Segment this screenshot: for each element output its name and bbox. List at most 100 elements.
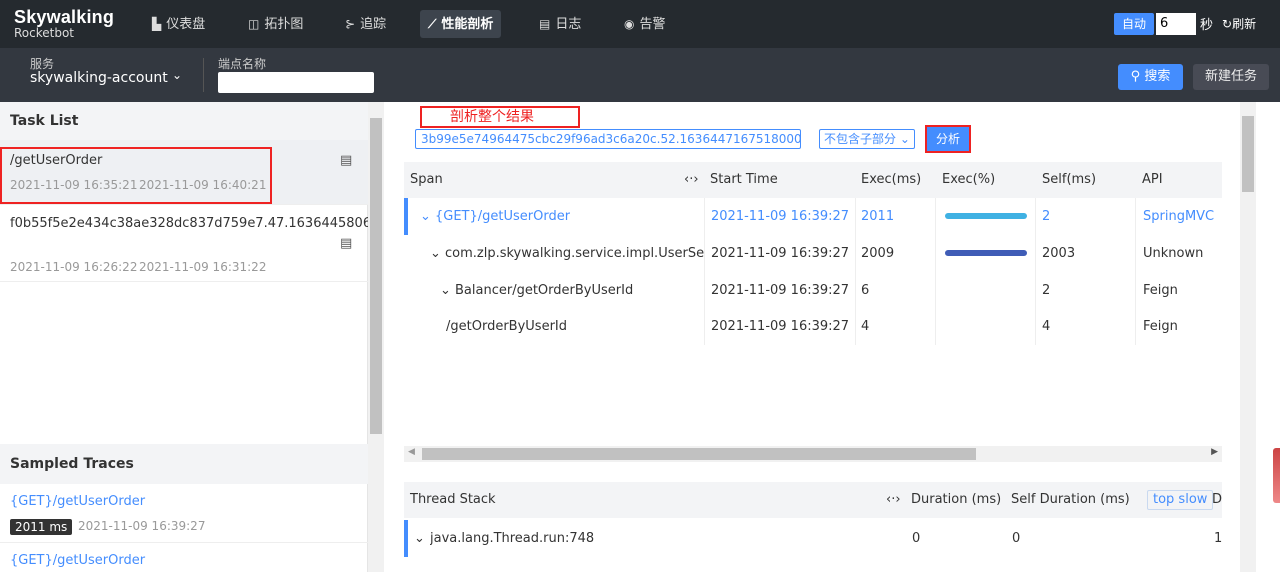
col-divider (704, 308, 705, 345)
analyze-button[interactable]: 分析 (925, 125, 971, 153)
sampled-traces-title: Sampled Traces (0, 444, 368, 484)
nav-dashboard[interactable]: ▙ 仪表盘 (144, 10, 213, 38)
exec-percent-bar (945, 250, 1027, 256)
span-api: Unknown (1143, 246, 1204, 261)
refresh-button[interactable]: ↻刷新 (1222, 15, 1256, 32)
exec-percent-bar (945, 213, 1027, 219)
log-icon: ▤ (539, 17, 551, 31)
span-name: /getOrderByUserId (446, 319, 567, 334)
topology-icon: ◫ (248, 17, 260, 31)
nav-trace-label: 追踪 (360, 17, 387, 32)
col-divider (935, 272, 936, 309)
task-item[interactable]: f0b55f5e2e434c38ae328dc837d759e7.47.1636… (0, 205, 384, 282)
scrollbar-thumb[interactable] (1242, 116, 1254, 192)
span-row[interactable]: ⌄ Balancer/getOrderByUserId 2021-11-09 16:… (404, 272, 1222, 309)
thread-table-header: Thread Stack ‹·› Duration (ms) Self Dura… (404, 482, 1222, 518)
task-name: f0b55f5e2e434c38ae328dc837d759e7.47.1636… (10, 216, 384, 231)
scrollbar-thumb[interactable] (370, 118, 382, 434)
top-slow-button[interactable]: top slow (1147, 490, 1214, 510)
row-indicator (404, 520, 408, 557)
col-exec: Exec(ms) (861, 172, 922, 187)
thread-row[interactable]: ⌄ java.lang.Thread.run:748 0 0 1 (404, 520, 1222, 557)
col-divider (935, 235, 936, 272)
span-api: Feign (1143, 283, 1178, 298)
chevron-down-icon[interactable]: ⌄ (430, 235, 441, 272)
col-divider (1035, 198, 1036, 235)
thread-self-duration: 0 (1012, 531, 1021, 546)
span-row[interactable]: ⌄ {GET}/getUserOrder 2021-11-09 16:39:27 20… (404, 198, 1222, 235)
segment-value: 3b99e5e74964475cbc29f96ad3c6a20c.52.1636… (421, 132, 801, 146)
right-scrollbar[interactable] (1240, 102, 1256, 572)
resize-icon[interactable]: ‹·› (684, 162, 699, 198)
auto-refresh-toggle[interactable]: 自动 (1114, 13, 1154, 35)
chevron-down-icon[interactable]: ⌄ (420, 198, 431, 235)
refresh-icon: ↻ (1222, 17, 1233, 31)
refresh-interval-input[interactable]: 6 (1156, 13, 1196, 35)
nav-topology[interactable]: ◫ 拓扑图 (240, 10, 311, 38)
search-button[interactable]: ⚲ 搜索 (1118, 64, 1183, 90)
chevron-down-icon[interactable]: ⌄ (172, 68, 182, 82)
horizontal-scrollbar[interactable]: ◀ ▶ (404, 446, 1222, 462)
task-start-time: 2021-11-09 16:26:22 (10, 260, 138, 274)
row-indicator (404, 198, 408, 235)
task-log-icon[interactable]: ▤ (340, 236, 352, 251)
right-edge (1256, 102, 1280, 572)
span-self: 2 (1042, 283, 1051, 298)
highlight-box (0, 147, 272, 204)
new-task-button[interactable]: 新建任务 (1193, 64, 1269, 90)
top-navbar: Skywalking Rocketbot ▙ 仪表盘 ◫ 拓扑图 ⊱ 追踪 ⟋ 性能剖析… (0, 0, 1280, 48)
trace-endpoint-link[interactable]: {GET}/getUserOrder (10, 553, 145, 568)
profile-toolbar: 服务 skywalking-account ⌄ 端点名称 ⚲ 搜索 新建任务 (0, 48, 1280, 102)
nav-log[interactable]: ▤ 日志 (531, 10, 589, 38)
trace-item[interactable]: {GET}/getUserOrder 2011 ms 2021-11-09 16… (0, 484, 368, 543)
chevron-down-icon[interactable]: ⌄ (414, 520, 425, 557)
endpoint-input[interactable] (218, 72, 374, 93)
scroll-left-icon[interactable]: ◀ (408, 447, 415, 457)
dashboard-icon: ▙ (152, 17, 162, 31)
service-select[interactable]: skywalking-account (30, 70, 168, 86)
task-log-icon[interactable]: ▤ (340, 153, 352, 168)
col-divider (1035, 235, 1036, 272)
chevron-down-icon: ⌄ (899, 132, 910, 146)
brand-logo[interactable]: Skywalking Rocketbot (14, 8, 114, 40)
col-self-duration: Self Duration (ms) (1011, 492, 1130, 507)
nav-trace[interactable]: ⊱ 追踪 (337, 10, 394, 38)
chevron-down-icon[interactable]: ⌄ (440, 272, 451, 309)
child-mode-value: 不包含子部分 (824, 132, 897, 146)
segment-select[interactable]: 3b99e5e74964475cbc29f96ad3c6a20c.52.1636… (415, 129, 801, 149)
col-start-time: Start Time (710, 172, 778, 187)
span-exec: 2009 (861, 246, 895, 261)
scroll-right-icon[interactable]: ▶ (1211, 447, 1218, 457)
col-exec-pct: Exec(%) (942, 172, 996, 187)
span-api: Feign (1143, 319, 1178, 334)
child-mode-select[interactable]: 不包含子部分 ⌄ (819, 129, 915, 149)
span-start-time: 2021-11-09 16:39:27 (711, 209, 850, 224)
trace-duration-badge: 2011 ms (10, 519, 73, 535)
col-divider (1035, 272, 1036, 309)
scrollbar-thumb[interactable] (422, 448, 976, 460)
task-end-time: 2021-11-09 16:31:22 (139, 260, 267, 274)
brand-subtitle: Rocketbot (14, 26, 75, 40)
span-row[interactable]: /getOrderByUserId 2021-11-09 16:39:27 4 4 Fe… (404, 308, 1222, 345)
nav-alarm-label: 告警 (639, 17, 666, 32)
span-start-time: 2021-11-09 16:39:27 (711, 283, 850, 298)
col-divider (1135, 235, 1136, 272)
trace-endpoint-link[interactable]: {GET}/getUserOrder (10, 494, 145, 509)
left-scrollbar[interactable] (368, 102, 384, 572)
col-divider (855, 198, 856, 235)
toolbar-divider (203, 58, 204, 92)
col-thread-stack: Thread Stack (410, 492, 496, 507)
span-start-time: 2021-11-09 16:39:27 (711, 319, 850, 334)
resize-icon[interactable]: ‹·› (886, 482, 901, 518)
span-self: 2003 (1042, 246, 1076, 261)
seconds-label: 秒 (1200, 18, 1214, 33)
edge-marker (1273, 448, 1280, 503)
nav-dashboard-label: 仪表盘 (166, 17, 206, 32)
nav-topology-label: 拓扑图 (264, 17, 304, 32)
span-exec: 6 (861, 283, 870, 298)
nav-profile[interactable]: ⟋ 性能剖析 (420, 10, 502, 38)
trace-item[interactable]: {GET}/getUserOrder (0, 543, 368, 572)
span-row[interactable]: ⌄ com.zlp.skywalking.service.impl.UserSer… (404, 235, 1222, 272)
col-divider (1035, 308, 1036, 345)
nav-alarm[interactable]: ◉ 告警 (616, 10, 674, 38)
